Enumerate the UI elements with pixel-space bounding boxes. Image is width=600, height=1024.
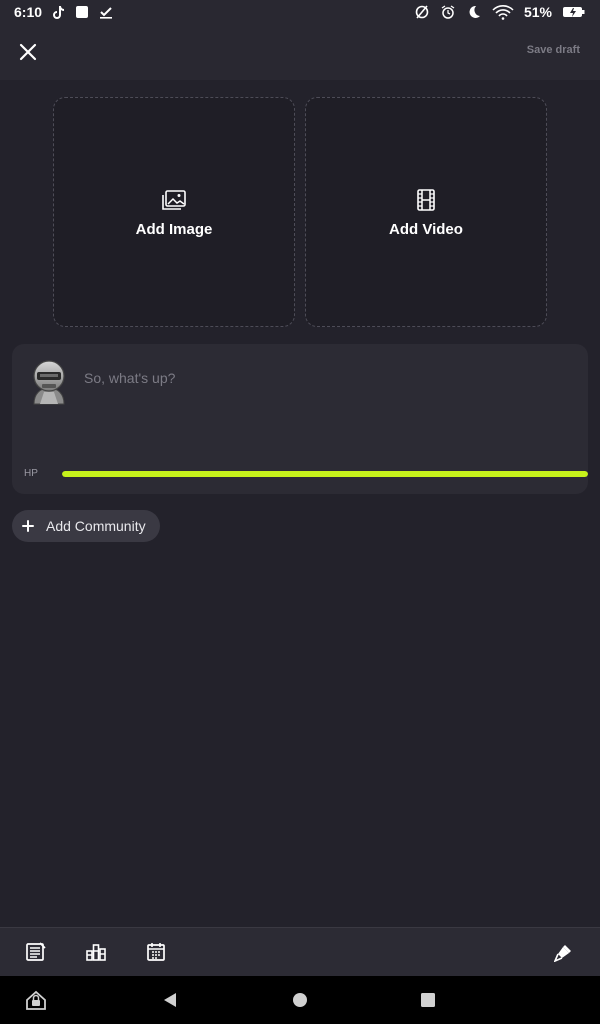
status-time: 6:10 bbox=[14, 4, 43, 20]
close-icon bbox=[19, 43, 37, 61]
save-draft-button[interactable]: Save draft bbox=[527, 44, 580, 56]
status-right: 51% bbox=[414, 4, 586, 20]
close-button[interactable] bbox=[14, 38, 42, 66]
plus-icon bbox=[22, 517, 34, 535]
post-text-input[interactable] bbox=[84, 366, 564, 390]
status-bar: 6:10 51% bbox=[0, 0, 600, 24]
no-sync-icon bbox=[414, 4, 430, 20]
screen: 6:10 51% Save draft Add Image Add Video … bbox=[0, 0, 600, 1024]
add-community-button[interactable]: Add Community bbox=[12, 510, 160, 542]
moon-icon bbox=[466, 4, 482, 20]
bottom-toolbar bbox=[0, 927, 600, 976]
system-nav-bar bbox=[0, 976, 600, 1024]
add-community-label: Add Community bbox=[46, 518, 146, 534]
film-icon bbox=[413, 187, 439, 213]
home-icon[interactable] bbox=[288, 988, 312, 1012]
battery-percentage: 51% bbox=[523, 4, 552, 20]
calendar-icon[interactable] bbox=[144, 940, 168, 964]
pen-icon[interactable] bbox=[552, 940, 576, 964]
status-left: 6:10 bbox=[14, 4, 114, 20]
app-bar: Save draft bbox=[0, 24, 600, 80]
battery-charging-icon bbox=[562, 4, 586, 20]
square-notification-icon bbox=[74, 4, 90, 20]
tiktok-icon bbox=[50, 4, 66, 20]
image-icon bbox=[161, 187, 187, 213]
post-list-icon[interactable] bbox=[24, 940, 48, 964]
task-check-icon bbox=[98, 4, 114, 20]
add-image-button[interactable]: Add Image bbox=[53, 97, 295, 327]
add-video-label: Add Video bbox=[389, 220, 463, 238]
lock-home-icon[interactable] bbox=[24, 988, 48, 1012]
hp-label: HP bbox=[24, 468, 38, 479]
recents-icon[interactable] bbox=[416, 988, 440, 1012]
add-image-label: Add Image bbox=[135, 220, 213, 238]
hp-bar-fill bbox=[62, 471, 588, 477]
bar-chart-icon[interactable] bbox=[84, 940, 108, 964]
hp-bar bbox=[62, 471, 588, 477]
add-video-button[interactable]: Add Video bbox=[305, 97, 547, 327]
post-composer: HP bbox=[12, 344, 588, 494]
wifi-icon bbox=[492, 4, 514, 20]
avatar[interactable] bbox=[28, 358, 70, 406]
back-icon[interactable] bbox=[158, 988, 182, 1012]
alarm-icon bbox=[440, 4, 456, 20]
